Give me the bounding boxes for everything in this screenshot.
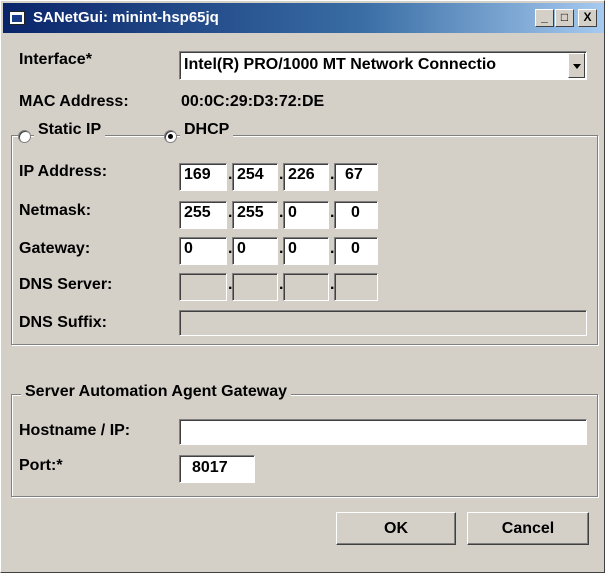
dns-octet-2[interactable] (232, 273, 278, 301)
gateway-octet-3[interactable]: 0 (283, 237, 329, 265)
dns-octet-4[interactable] (334, 273, 378, 301)
gateway-octet-4[interactable]: 0 (334, 237, 378, 265)
maximize-button[interactable]: □ (555, 9, 574, 27)
netmask-octet-2[interactable]: 255 (232, 201, 278, 229)
window-title: SANetGui: minint-hsp65jq (33, 9, 219, 26)
ip-octet-2-value: 254 (237, 166, 264, 183)
interface-value: Intel(R) PRO/1000 MT Network Connectio (184, 56, 497, 73)
ip-octet-4-value: 67 (345, 166, 363, 183)
gateway-octet-1-value: 0 (184, 240, 193, 257)
gateway-octet-4-value: 0 (351, 240, 360, 257)
port-value: 8017 (192, 459, 228, 476)
ip-octet-1[interactable]: 169 (179, 163, 227, 191)
dns-suffix-field[interactable] (179, 310, 587, 336)
ip-octet-2[interactable]: 254 (232, 163, 278, 191)
gateway-octet-3-value: 0 (288, 240, 297, 257)
ip-octet-4[interactable]: 67 (334, 163, 378, 191)
ip-octet-3-value: 226 (288, 166, 315, 183)
gateway-octet-2[interactable]: 0 (232, 237, 278, 265)
ip-octet-1-value: 169 (184, 166, 211, 183)
cancel-button[interactable]: Cancel (467, 512, 589, 545)
netmask-octet-4[interactable]: 0 (334, 201, 378, 229)
static-ip-radio[interactable] (18, 130, 31, 143)
dns-suffix-label: DNS Suffix: (19, 314, 107, 331)
gateway-octet-2-value: 0 (237, 240, 246, 257)
dns-octet-3[interactable] (283, 273, 329, 301)
ip-octet-3[interactable]: 226 (283, 163, 329, 191)
hostname-input[interactable] (179, 419, 587, 445)
static-ip-label[interactable]: Static IP (34, 121, 106, 139)
agent-gateway-title: Server Automation Agent Gateway (21, 383, 291, 401)
interface-label: Interface* (19, 51, 92, 68)
chevron-down-icon[interactable] (568, 53, 585, 78)
close-button[interactable]: X (578, 9, 597, 27)
netmask-octet-2-value: 255 (237, 204, 264, 221)
hostname-label: Hostname / IP: (19, 422, 131, 439)
netmask-octet-3[interactable]: 0 (283, 201, 329, 229)
mac-address-value: 00:0C:29:D3:72:DE (181, 93, 325, 110)
gateway-octet-1[interactable]: 0 (179, 237, 227, 265)
interface-dropdown[interactable]: Intel(R) PRO/1000 MT Network Connectio (179, 51, 587, 80)
gateway-label: Gateway: (19, 240, 91, 257)
dhcp-radio[interactable] (164, 130, 177, 143)
netmask-octet-1[interactable]: 255 (179, 201, 227, 229)
netmask-octet-1-value: 255 (184, 204, 211, 221)
dhcp-label[interactable]: DHCP (180, 121, 234, 139)
ok-button[interactable]: OK (336, 512, 456, 545)
dns-octet-1[interactable] (179, 273, 227, 301)
netmask-octet-4-value: 0 (351, 204, 360, 221)
dialog-window: SANetGui: minint-hsp65jq _ □ X Interface… (0, 0, 605, 573)
port-input[interactable]: 8017 (179, 455, 255, 483)
port-label: Port:* (19, 457, 63, 474)
netmask-octet-3-value: 0 (288, 204, 297, 221)
netmask-label: Netmask: (19, 202, 92, 219)
title-bar[interactable]: SANetGui: minint-hsp65jq _ □ X (3, 3, 604, 33)
dns-server-label: DNS Server: (19, 276, 113, 293)
ip-address-label: IP Address: (19, 163, 108, 180)
mac-address-label: MAC Address: (19, 93, 129, 110)
minimize-button[interactable]: _ (535, 9, 554, 27)
agent-gateway-group (11, 394, 598, 497)
app-icon (9, 11, 25, 25)
